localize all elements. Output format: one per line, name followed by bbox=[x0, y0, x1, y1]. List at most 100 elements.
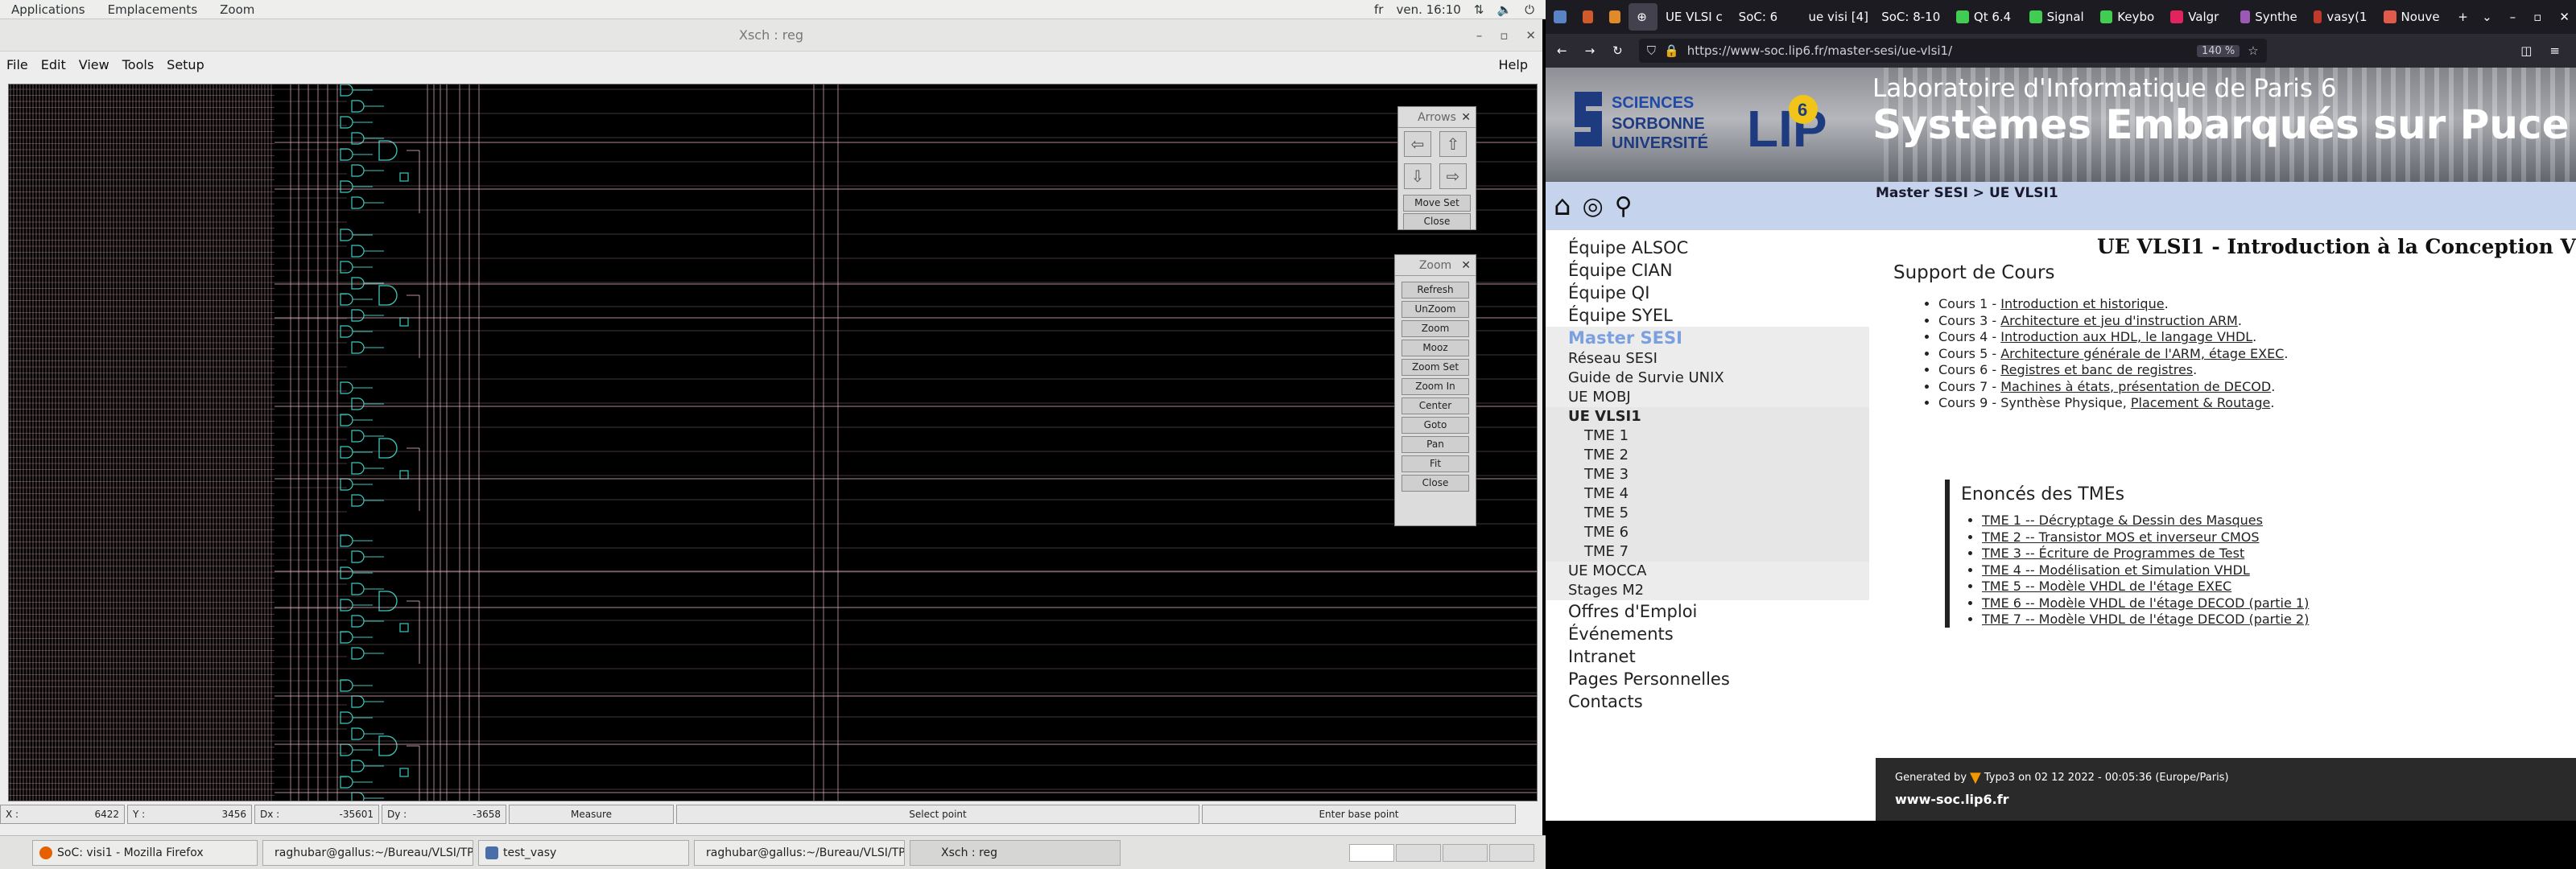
new-tab-button[interactable]: + bbox=[2450, 3, 2474, 31]
course-link[interactable]: Registres et banc de registres bbox=[2000, 362, 2193, 377]
tme-link[interactable]: TME 6 -- Modèle VHDL de l'étage DECOD (p… bbox=[1982, 595, 2309, 611]
sidebar-item-cian[interactable]: Équipe CIAN bbox=[1546, 259, 1869, 282]
arrow-down-icon[interactable]: ⇩ bbox=[1404, 163, 1431, 189]
task-test-vasy[interactable]: test_vasy bbox=[478, 839, 689, 866]
task-firefox[interactable]: SoC: visi1 - Mozilla Firefox bbox=[32, 839, 258, 866]
menu-icon[interactable]: ≡ bbox=[2549, 43, 2560, 58]
sorbonne-logo[interactable]: SCIENCES SORBONNE UNIVERSITÉ bbox=[1563, 84, 1724, 161]
tab-ue-visi[interactable]: ue visi [4] bbox=[1800, 3, 1873, 31]
tab-keyboard[interactable]: Keybo bbox=[2092, 3, 2162, 31]
close-icon[interactable]: ✕ bbox=[1525, 19, 1536, 51]
tme-link[interactable]: TME 1 -- Décryptage & Dessin des Masques bbox=[1982, 513, 2263, 528]
sidebar-item-tme7[interactable]: TME 7 bbox=[1546, 542, 1869, 562]
schematic-canvas[interactable] bbox=[8, 84, 1538, 801]
tme-link[interactable]: TME 3 -- Écriture de Programmes de Test bbox=[1982, 546, 2244, 561]
center-button[interactable]: Center bbox=[1402, 397, 1469, 414]
pocket-icon[interactable]: ◫ bbox=[2520, 43, 2532, 58]
sidebar-item-intranet[interactable]: Intranet bbox=[1546, 645, 1869, 668]
sidebar-item-syel[interactable]: Équipe SYEL bbox=[1546, 304, 1869, 327]
task-xsch[interactable]: Xsch : reg bbox=[910, 839, 1121, 866]
minimize-icon[interactable]: – bbox=[1476, 19, 1483, 51]
goto-button[interactable]: Goto bbox=[1402, 417, 1469, 434]
keyboard-layout[interactable]: fr bbox=[1374, 2, 1383, 17]
sidebar-item-reseau-sesi[interactable]: Réseau SESI bbox=[1546, 349, 1869, 369]
close-icon[interactable]: ✕ bbox=[1461, 255, 1471, 276]
menu-setup[interactable]: Setup bbox=[160, 57, 211, 72]
url-field[interactable]: ⛉ 🔒 https://www-soc.lip6.fr/master-sesi/… bbox=[1638, 39, 2267, 63]
lip6-logo[interactable]: LIP 6 bbox=[1747, 82, 1835, 163]
menu-edit[interactable]: Edit bbox=[35, 57, 72, 72]
arrows-palette-titlebar[interactable]: Arrows ✕ bbox=[1398, 107, 1476, 128]
sidebar-item-alsoc[interactable]: Équipe ALSOC bbox=[1546, 237, 1869, 259]
tab-ue-vlsi[interactable]: UE VLSI c bbox=[1657, 3, 1731, 31]
bookmark-star-icon[interactable]: ☆ bbox=[2248, 43, 2258, 58]
close-icon[interactable]: ✕ bbox=[2559, 3, 2570, 31]
tab-soc-6[interactable]: SoC: 6 bbox=[1731, 3, 1801, 31]
zoom-set-button[interactable]: Zoom Set bbox=[1402, 359, 1469, 376]
close-icon[interactable]: ✕ bbox=[1461, 107, 1471, 128]
fit-button[interactable]: Fit bbox=[1402, 455, 1469, 472]
breadcrumb[interactable]: Master SESI > UE VLSI1 bbox=[1876, 185, 2058, 201]
tme-link[interactable]: TME 2 -- Transistor MOS et inverseur CMO… bbox=[1982, 529, 2260, 545]
menu-tools[interactable]: Tools bbox=[116, 57, 160, 72]
sidebar-item-stages[interactable]: Stages M2 bbox=[1546, 581, 1869, 600]
zoom-button[interactable]: Zoom bbox=[1402, 320, 1469, 337]
applications-menu[interactable]: Applications bbox=[0, 2, 97, 17]
maximize-icon[interactable]: ▫ bbox=[1500, 19, 1508, 51]
zoom-close-button[interactable]: Close bbox=[1402, 475, 1469, 492]
reload-icon[interactable]: ↻ bbox=[1612, 43, 1623, 58]
task-terminal-1[interactable]: raghubar@gallus:~/Bureau/VLSI/TP5... bbox=[262, 839, 473, 866]
course-link[interactable]: Architecture générale de l'ARM, étage EX… bbox=[2000, 346, 2284, 361]
course-link[interactable]: Machines à états, présentation de DECOD bbox=[2000, 379, 2271, 394]
zoom-menu[interactable]: Zoom bbox=[208, 2, 266, 17]
course-link[interactable]: Architecture et jeu d'instruction ARM bbox=[2000, 313, 2238, 328]
zoom-level[interactable]: 140 % bbox=[2196, 44, 2240, 57]
sidebar-item-pages-perso[interactable]: Pages Personnelles bbox=[1546, 668, 1869, 690]
sidebar-item-tme4[interactable]: TME 4 bbox=[1546, 484, 1869, 504]
mooz-button[interactable]: Mooz bbox=[1402, 340, 1469, 356]
workspace-1[interactable] bbox=[1349, 843, 1394, 862]
sidebar-item-tme5[interactable]: TME 5 bbox=[1546, 504, 1869, 523]
places-menu[interactable]: Emplacements bbox=[97, 2, 209, 17]
clock[interactable]: ven. 16:10 bbox=[1396, 2, 1460, 17]
tab-synthesis[interactable]: Synthe bbox=[2232, 3, 2306, 31]
tab-new[interactable]: Nouve bbox=[2376, 3, 2450, 31]
workspace-2[interactable] bbox=[1396, 843, 1441, 862]
sidebar-item-ue-mobj[interactable]: UE MOBJ bbox=[1546, 388, 1869, 407]
move-set-button[interactable]: Move Set bbox=[1403, 195, 1471, 212]
tab-list-icon[interactable]: ⌄ bbox=[2482, 3, 2492, 31]
refresh-button[interactable]: Refresh bbox=[1402, 282, 1469, 299]
menu-help[interactable]: Help bbox=[1492, 57, 1534, 72]
tab-overview-icon[interactable] bbox=[1546, 3, 1575, 31]
maximize-icon[interactable]: ▫ bbox=[2533, 3, 2541, 31]
menu-file[interactable]: File bbox=[0, 57, 35, 72]
forward-icon[interactable]: → bbox=[1585, 43, 1596, 58]
volume-icon[interactable]: 🔈 bbox=[1496, 2, 1512, 17]
tme-link[interactable]: TME 7 -- Modèle VHDL de l'étage DECOD (p… bbox=[1982, 612, 2309, 627]
home-icon[interactable]: ⌂ bbox=[1554, 190, 1571, 222]
tab-qt[interactable]: Qt 6.4 bbox=[1948, 3, 2021, 31]
pan-button[interactable]: Pan bbox=[1402, 436, 1469, 453]
search-icon[interactable]: ⚲ bbox=[1615, 192, 1633, 220]
footer-site[interactable]: www-soc.lip6.fr bbox=[1895, 792, 2009, 807]
course-link[interactable]: Introduction aux HDL, le langage VHDL bbox=[2000, 329, 2252, 344]
sidebar-item-tme3[interactable]: TME 3 bbox=[1546, 465, 1869, 484]
workspace-3[interactable] bbox=[1443, 843, 1488, 862]
workspace-4[interactable] bbox=[1489, 843, 1534, 862]
sidebar-item-ue-mocca[interactable]: UE MOCCA bbox=[1546, 562, 1869, 581]
back-icon[interactable]: ← bbox=[1557, 43, 1567, 58]
tab-signal[interactable]: Signal bbox=[2021, 3, 2093, 31]
course-link[interactable]: Introduction et historique bbox=[2000, 296, 2164, 311]
tab-soc-8-10[interactable]: SoC: 8-10 bbox=[1873, 3, 1948, 31]
arrow-right-icon[interactable]: ⇨ bbox=[1439, 163, 1467, 189]
zoom-palette-titlebar[interactable]: Zoom ✕ bbox=[1395, 255, 1476, 276]
arrows-close-button[interactable]: Close bbox=[1403, 213, 1471, 230]
tab-vasy[interactable]: vasy(1 bbox=[2306, 3, 2376, 31]
sidebar-item-tme6[interactable]: TME 6 bbox=[1546, 523, 1869, 542]
tab-valgrind[interactable]: Valgr bbox=[2162, 3, 2232, 31]
minimize-icon[interactable]: – bbox=[2510, 3, 2516, 31]
sidebar-item-offres[interactable]: Offres d'Emploi bbox=[1546, 600, 1869, 623]
sidebar-item-tme1[interactable]: TME 1 bbox=[1546, 426, 1869, 446]
sidebar-item-ue-vlsi1[interactable]: UE VLSI1 bbox=[1546, 407, 1869, 426]
tab-globe[interactable]: ⊕ bbox=[1629, 3, 1657, 31]
